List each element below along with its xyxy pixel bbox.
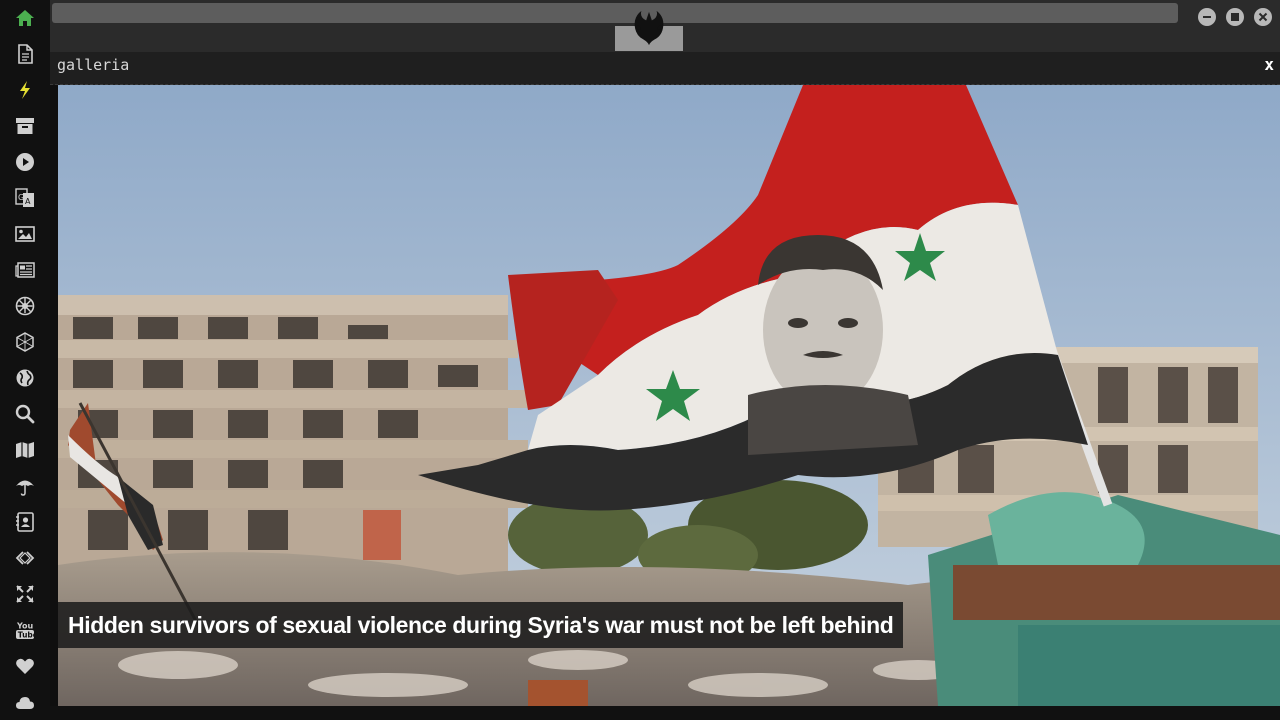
home-icon[interactable] <box>15 8 35 28</box>
sidebar: GA YouTube <box>0 0 50 720</box>
play-icon[interactable] <box>15 152 35 172</box>
hexagon-icon[interactable] <box>15 332 35 352</box>
top-bar <box>50 0 1280 52</box>
cloud-icon[interactable] <box>15 692 35 712</box>
minimize-button[interactable] <box>1198 8 1216 26</box>
address-bar[interactable] <box>52 3 1178 23</box>
gallery-image[interactable]: Hidden survivors of sexual violence duri… <box>58 85 1280 706</box>
svg-text:Tube: Tube <box>18 631 35 640</box>
document-icon[interactable] <box>15 44 35 64</box>
rebel-alliance-logo-icon[interactable] <box>630 9 668 47</box>
heart-icon[interactable] <box>15 656 35 676</box>
expand-icon[interactable] <box>15 584 35 604</box>
panel-close-button[interactable]: x <box>1264 55 1274 74</box>
panel-title: galleria <box>57 56 130 74</box>
newspaper-icon[interactable] <box>15 260 35 280</box>
search-icon[interactable] <box>15 404 35 424</box>
svg-text:G: G <box>18 193 24 202</box>
panel-header: galleria x <box>50 52 1280 85</box>
image-icon[interactable] <box>15 224 35 244</box>
code-icon[interactable] <box>15 548 35 568</box>
youtube-icon[interactable]: YouTube <box>15 620 35 640</box>
gallery-caption[interactable]: Hidden survivors of sexual violence duri… <box>58 602 904 648</box>
archive-icon[interactable] <box>15 116 35 136</box>
globe-icon[interactable] <box>15 368 35 388</box>
close-window-button[interactable] <box>1254 8 1272 26</box>
svg-text:You: You <box>16 622 34 631</box>
bottom-strip <box>50 706 1280 720</box>
translate-icon[interactable]: GA <box>15 188 35 208</box>
lightning-icon[interactable] <box>15 80 35 100</box>
map-icon[interactable] <box>15 440 35 460</box>
maximize-button[interactable] <box>1226 8 1244 26</box>
svg-text:A: A <box>25 197 31 206</box>
umbrella-icon[interactable] <box>15 476 35 496</box>
contact-card-icon[interactable] <box>15 512 35 532</box>
galactic-empire-icon[interactable] <box>15 296 35 316</box>
